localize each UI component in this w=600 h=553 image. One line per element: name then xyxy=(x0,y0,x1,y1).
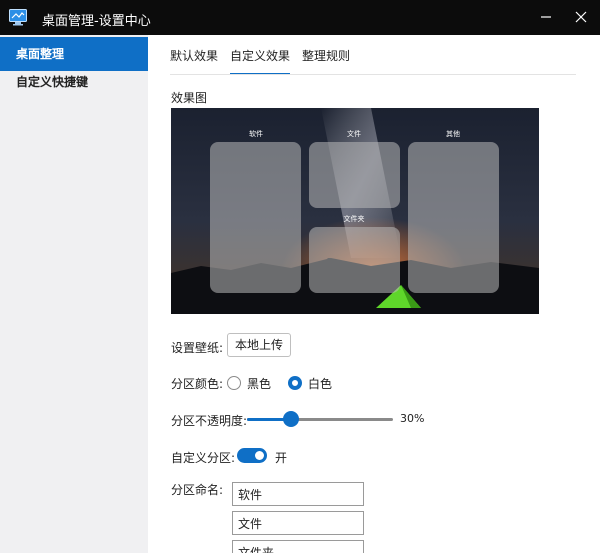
close-button[interactable] xyxy=(569,6,593,28)
preview-label: 效果图 xyxy=(171,91,208,105)
tab-organize-rules[interactable]: 整理规则 xyxy=(302,47,350,75)
zone-title-files: 文件 xyxy=(347,130,361,138)
zone-name-input-software[interactable] xyxy=(232,482,364,506)
wallpaper-label: 设置壁纸: xyxy=(171,341,224,355)
color-black-label: 黑色 xyxy=(247,377,272,391)
toggle-knob xyxy=(255,451,264,460)
local-upload-button[interactable]: 本地上传 xyxy=(227,333,291,357)
minimize-icon xyxy=(541,16,551,18)
zone-title-other: 其他 xyxy=(446,130,460,138)
custom-zone-toggle[interactable] xyxy=(237,448,267,463)
tab-divider xyxy=(170,74,576,75)
sidebar-item-custom-shortcuts[interactable]: 自定义快捷键 xyxy=(0,65,148,99)
zone-title-software: 软件 xyxy=(249,130,263,138)
zone-other xyxy=(408,142,499,293)
opacity-slider-thumb[interactable] xyxy=(282,411,299,427)
tab-bar: 默认效果 自定义效果 整理规则 xyxy=(170,47,362,75)
minimize-button[interactable] xyxy=(534,6,558,28)
zone-color-label: 分区颜色: xyxy=(171,377,224,391)
color-white-radio[interactable] xyxy=(288,376,302,390)
close-icon xyxy=(575,11,587,23)
sidebar: 桌面整理 自定义快捷键 xyxy=(0,35,148,553)
main-panel: 默认效果 自定义效果 整理规则 效果图 软件 文件 其他 文件夹 设置壁纸: 本… xyxy=(148,35,600,553)
zone-opacity-label: 分区不透明度: xyxy=(171,414,248,428)
custom-zone-state: 开 xyxy=(275,451,288,465)
title-bar: 桌面管理-设置中心 xyxy=(0,0,600,35)
tab-default-effect[interactable]: 默认效果 xyxy=(170,47,218,75)
window-title: 桌面管理-设置中心 xyxy=(42,14,151,29)
color-white-label: 白色 xyxy=(308,377,333,391)
zone-files xyxy=(309,142,400,208)
zone-naming-label: 分区命名: xyxy=(171,483,224,497)
monitor-icon xyxy=(9,9,27,26)
tab-custom-effect[interactable]: 自定义效果 xyxy=(230,47,291,75)
opacity-slider-track[interactable] xyxy=(247,418,393,421)
zone-software xyxy=(210,142,301,293)
zone-name-input-folders[interactable] xyxy=(232,540,364,553)
color-black-radio[interactable] xyxy=(227,376,241,390)
preview-image: 软件 文件 其他 文件夹 xyxy=(171,108,539,314)
custom-zone-label: 自定义分区: xyxy=(171,451,236,465)
zone-name-input-files[interactable] xyxy=(232,511,364,535)
zone-folders xyxy=(309,227,400,293)
opacity-value: 30% xyxy=(400,412,425,425)
zone-title-folders: 文件夹 xyxy=(343,215,365,223)
